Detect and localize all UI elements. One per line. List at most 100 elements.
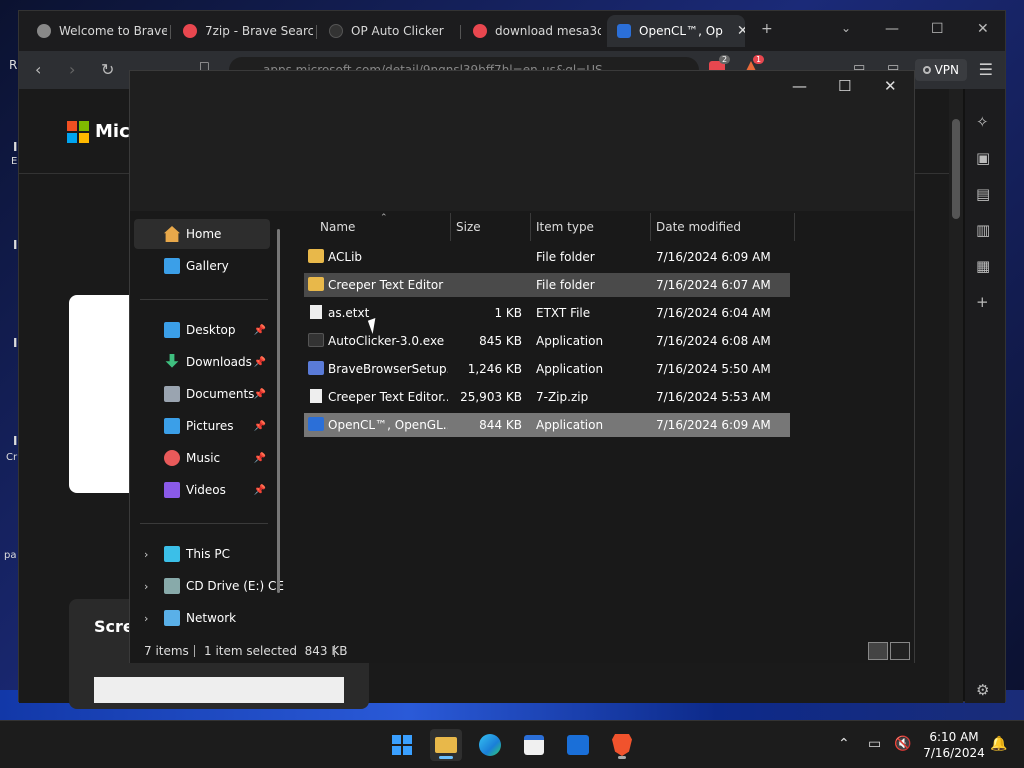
forward-icon[interactable]: › <box>69 60 75 79</box>
nav-downloads[interactable]: Downloads 📌 <box>134 347 270 377</box>
file-type: File folder <box>536 278 595 292</box>
nav-gallery[interactable]: Gallery <box>134 251 270 281</box>
file-name: BraveBrowserSetup... <box>328 362 448 376</box>
microsoft-logo <box>67 121 89 143</box>
taskbar-edge[interactable] <box>474 729 506 761</box>
nav-documents[interactable]: Documents 📌 <box>134 379 270 409</box>
file-type: 7-Zip.zip <box>536 390 589 404</box>
file-row[interactable]: Creeper Text Editor.... 25,903 KB 7-Zip.zi… <box>304 385 790 409</box>
nav-videos[interactable]: Videos 📌 <box>134 475 270 505</box>
column-header-type[interactable]: Item type <box>506 213 626 241</box>
pin-icon: 📌 <box>253 388 266 400</box>
documents-icon <box>164 386 180 402</box>
close-browser-icon[interactable]: ✕ <box>977 21 989 37</box>
brave-sidebar: ✧ ▣ ▤ ▥ ▦ + ⚙ <box>965 89 1005 703</box>
bookmarks-icon[interactable]: ▥ <box>976 221 990 239</box>
start-button[interactable] <box>386 729 418 761</box>
file-date: 7/16/2024 6:09 AM <box>656 418 771 432</box>
close-tab-icon[interactable]: ✕ <box>737 23 745 39</box>
screenshot-thumbnail[interactable] <box>94 677 344 703</box>
pictures-icon <box>164 418 180 434</box>
column-header-size[interactable]: Size <box>426 213 506 241</box>
file-type: Application <box>536 362 604 376</box>
chevron-right-icon[interactable]: › <box>144 612 148 625</box>
taskbar-ms-store[interactable] <box>518 729 550 761</box>
nav-home[interactable]: Home <box>134 219 270 249</box>
taskbar-file-explorer[interactable] <box>430 729 462 761</box>
column-header-date[interactable]: Date modified <box>626 213 766 241</box>
file-row[interactable]: BraveBrowserSetup... 1,246 KB Application 7… <box>304 357 790 381</box>
this-pc-icon <box>164 546 180 562</box>
app-icon <box>329 24 343 38</box>
file-size: 1,246 KB <box>467 362 522 376</box>
file-row[interactable]: OpenCL™, OpenGL... 844 KB Application 7/16/… <box>304 413 790 437</box>
tab-op-auto-clicker[interactable]: OP Auto Clicker <box>319 15 457 47</box>
new-tab-icon[interactable]: + <box>761 21 773 37</box>
nav-network[interactable]: › Network <box>134 603 270 633</box>
chevron-right-icon[interactable]: › <box>144 548 148 561</box>
network-tray-icon[interactable]: ▭ <box>868 736 881 752</box>
minimize-browser-icon[interactable]: — <box>885 21 899 37</box>
tab-opencl[interactable]: OpenCL™, Op ✕ <box>607 15 745 47</box>
system-clock[interactable]: 6:10 AM 7/16/2024 <box>918 729 990 761</box>
file-row[interactable]: ACLib File folder 7/16/2024 6:09 AM <box>304 245 790 269</box>
windows-logo-icon <box>392 735 412 755</box>
add-sidebar-item-icon[interactable]: + <box>976 293 989 311</box>
file-size: 844 KB <box>479 418 522 432</box>
wallet-sidebar-icon[interactable]: ▤ <box>976 185 990 203</box>
nav-pictures[interactable]: Pictures 📌 <box>134 411 270 441</box>
pin-icon: 📌 <box>253 452 266 464</box>
file-row[interactable]: AutoClicker-3.0.exe 845 KB Application 7/16… <box>304 329 790 353</box>
file-icon <box>310 305 322 319</box>
file-explorer-window: — ☐ ✕ Home Gallery Desktop 📌 Downloads 📌… <box>129 70 915 663</box>
nav-this-pc[interactable]: › This PC <box>134 539 270 569</box>
tab-7zip-search[interactable]: 7zip - Brave Search <box>173 15 313 47</box>
volume-muted-icon[interactable]: 🔇 <box>894 736 911 752</box>
menu-icon[interactable]: ☰ <box>979 60 993 79</box>
file-row[interactable]: Creeper Text Editor File folder 7/16/2024 … <box>304 273 790 297</box>
file-type: File folder <box>536 250 595 264</box>
taskbar-brave[interactable] <box>606 729 638 761</box>
application-icon <box>308 361 324 375</box>
minimize-icon[interactable]: — <box>792 77 807 95</box>
explorer-titlebar: — ☐ ✕ <box>130 71 914 211</box>
nav-pane-scrollbar[interactable] <box>277 229 280 593</box>
large-icons-view-button[interactable] <box>890 642 910 660</box>
tab-download-mesa3d[interactable]: download mesa3d <box>463 15 601 47</box>
maximize-icon[interactable]: ☐ <box>838 77 851 95</box>
ms-store-icon <box>617 24 631 38</box>
file-type: Application <box>536 418 604 432</box>
file-explorer-icon <box>435 737 457 753</box>
page-scroll-thumb[interactable] <box>952 119 960 219</box>
vpn-button[interactable]: VPN <box>914 59 967 81</box>
file-type: Application <box>536 334 604 348</box>
file-date: 7/16/2024 5:53 AM <box>656 390 771 404</box>
sidebar-settings-icon[interactable]: ⚙ <box>976 681 989 699</box>
tab-welcome-to-brave[interactable]: Welcome to Brave <box>27 15 167 47</box>
nav-desktop[interactable]: Desktop 📌 <box>134 315 270 345</box>
close-icon[interactable]: ✕ <box>884 77 897 95</box>
file-name: OpenCL™, OpenGL... <box>328 418 448 432</box>
nav-music[interactable]: Music 📌 <box>134 443 270 473</box>
reload-icon[interactable]: ↻ <box>101 60 114 79</box>
file-type: ETXT File <box>536 306 591 320</box>
page-scrollbar[interactable] <box>949 89 963 703</box>
back-icon[interactable]: ‹ <box>35 60 41 79</box>
talk-icon[interactable]: ▣ <box>976 149 990 167</box>
nav-cd-drive[interactable]: › CD Drive (E:) CE <box>134 571 284 601</box>
chevron-right-icon[interactable]: › <box>144 580 148 593</box>
file-date: 7/16/2024 5:50 AM <box>656 362 771 376</box>
details-view-button[interactable] <box>868 642 888 660</box>
notifications-bell-icon[interactable]: 🔔 <box>990 736 1007 752</box>
reading-list-icon[interactable]: ▦ <box>976 257 990 275</box>
file-icon <box>310 389 322 403</box>
ms-store-icon <box>524 735 544 755</box>
gallery-icon <box>164 258 180 274</box>
tab-search-chevron-icon[interactable]: ⌄ <box>841 21 851 35</box>
taskbar-outlook[interactable] <box>562 729 594 761</box>
pin-icon: 📌 <box>253 324 266 336</box>
maximize-browser-icon[interactable]: ☐ <box>931 21 944 37</box>
leo-ai-icon[interactable]: ✧ <box>976 113 989 131</box>
show-hidden-icons-chevron-icon[interactable]: ⌃ <box>838 736 850 752</box>
globe-icon <box>37 24 51 38</box>
